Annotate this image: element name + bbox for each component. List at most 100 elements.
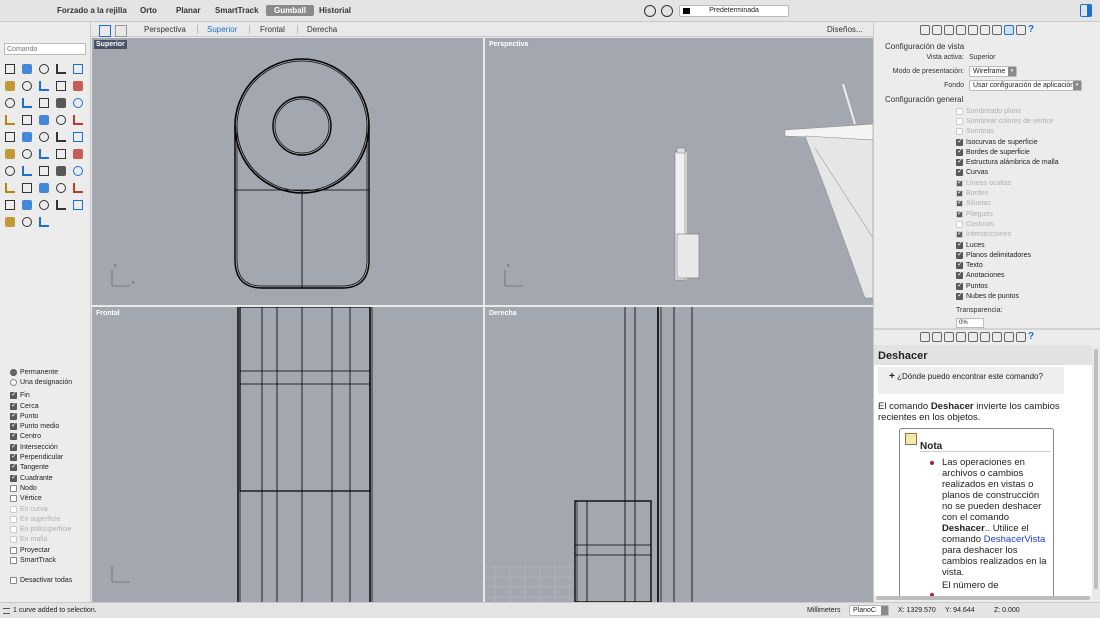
- osnap-item[interactable]: Perpendicular: [10, 452, 72, 462]
- tab-derecha[interactable]: Derecha: [307, 25, 337, 34]
- checkbox[interactable]: [956, 240, 963, 249]
- layers-icon[interactable]: [920, 25, 930, 35]
- help-scrollbar[interactable]: [1092, 345, 1100, 596]
- where-to-find-expander[interactable]: + ¿Dónde puedo encontrar este comando?: [878, 367, 1064, 394]
- materials-icon[interactable]: [932, 332, 942, 342]
- checkbox[interactable]: [10, 515, 17, 523]
- background-select[interactable]: Usar configuración de aplicación ▾: [969, 80, 1082, 91]
- osnap-item[interactable]: Tangente: [10, 462, 72, 473]
- light-icon[interactable]: [37, 198, 51, 212]
- help-icon[interactable]: ?: [1028, 25, 1036, 37]
- checkbox[interactable]: [956, 137, 963, 146]
- display-icon[interactable]: [1004, 332, 1014, 342]
- osnap-item[interactable]: Proyectar: [10, 545, 72, 555]
- planar-toggle[interactable]: Planar: [176, 6, 200, 15]
- checkbox[interactable]: [956, 270, 963, 280]
- layer-icon[interactable]: [20, 215, 34, 229]
- ellipse-icon[interactable]: [3, 79, 17, 93]
- object-icon[interactable]: [956, 332, 966, 342]
- rectangle-icon[interactable]: [54, 62, 68, 76]
- group-icon[interactable]: [20, 164, 34, 178]
- patch-icon[interactable]: [20, 113, 34, 127]
- select-icon[interactable]: [3, 62, 17, 76]
- checkbox[interactable]: [956, 220, 963, 228]
- display-option[interactable]: Luces: [956, 240, 1059, 250]
- checkbox[interactable]: [956, 291, 963, 300]
- sun-icon[interactable]: [37, 215, 51, 229]
- surface-icon[interactable]: [71, 96, 85, 110]
- panel-divider[interactable]: [874, 328, 1100, 330]
- deshacervista-link[interactable]: DeshacerVista: [984, 534, 1046, 545]
- osnap-item[interactable]: Punto: [10, 411, 72, 421]
- join-icon[interactable]: [54, 130, 68, 144]
- smarttrack-toggle[interactable]: SmartTrack: [215, 6, 259, 15]
- checkbox[interactable]: [956, 147, 963, 156]
- display-option[interactable]: Puntos: [956, 281, 1059, 291]
- object-icon[interactable]: [956, 25, 966, 35]
- osnap-item[interactable]: SmartTrack: [10, 555, 72, 565]
- osnap-item[interactable]: En polisuperficie: [10, 524, 72, 534]
- measure-icon[interactable]: [54, 181, 68, 195]
- display-option[interactable]: Isocurvas de superficie: [956, 137, 1059, 147]
- osnap-item[interactable]: En curva: [10, 504, 72, 514]
- checkbox[interactable]: [10, 401, 17, 410]
- settings-icon[interactable]: [980, 25, 990, 35]
- hatch-icon[interactable]: [37, 181, 51, 195]
- checkbox[interactable]: [10, 421, 17, 431]
- fillet-icon[interactable]: [37, 113, 51, 127]
- viewport-frontal[interactable]: Frontal: [92, 307, 483, 602]
- osnap-item[interactable]: Vértice: [10, 494, 72, 504]
- checkbox[interactable]: [10, 431, 17, 441]
- osnap-item[interactable]: En malla: [10, 535, 72, 545]
- checkbox[interactable]: [956, 107, 963, 115]
- solid-icon[interactable]: [54, 96, 68, 110]
- box-select-icon[interactable]: [37, 79, 51, 93]
- checkbox[interactable]: [956, 157, 963, 167]
- four-viewports-icon[interactable]: [99, 25, 111, 37]
- checkbox[interactable]: [10, 473, 17, 482]
- circle-icon[interactable]: [71, 62, 85, 76]
- checkbox[interactable]: [956, 260, 963, 270]
- display-mode-select[interactable]: Wireframe ▾: [969, 66, 1017, 77]
- checkbox[interactable]: [10, 462, 17, 472]
- display-option[interactable]: Nubes de puntos: [956, 291, 1059, 301]
- camera-icon[interactable]: [968, 332, 978, 342]
- checkbox[interactable]: [10, 577, 17, 585]
- polyline-icon[interactable]: [37, 62, 51, 76]
- curve-icon[interactable]: [20, 79, 34, 93]
- display-option[interactable]: Bordes: [956, 188, 1059, 198]
- osnap-item[interactable]: Centro: [10, 431, 72, 442]
- grid-panel-icon[interactable]: [992, 332, 1002, 342]
- cplane-select[interactable]: PlanoC: [849, 605, 889, 616]
- materials-icon[interactable]: [932, 25, 942, 35]
- checkbox[interactable]: [10, 556, 17, 564]
- edit-icon[interactable]: [3, 113, 17, 127]
- units-label[interactable]: Millimeters: [807, 607, 840, 614]
- radio-button[interactable]: [10, 368, 17, 376]
- command-input[interactable]: [4, 43, 86, 55]
- display-option[interactable]: Anotaciones: [956, 270, 1059, 281]
- osnap-item[interactable]: En superficie: [10, 514, 72, 524]
- layers-icon[interactable]: [920, 332, 930, 342]
- split-icon[interactable]: [3, 130, 17, 144]
- zoom-icon[interactable]: [71, 181, 85, 195]
- osnap-item[interactable]: Intersección: [10, 442, 72, 452]
- checkbox[interactable]: [956, 188, 963, 198]
- point-icon[interactable]: [20, 62, 34, 76]
- properties-icon[interactable]: [944, 332, 954, 342]
- checkbox[interactable]: [956, 198, 963, 208]
- filter-icon[interactable]: [644, 5, 656, 17]
- check-icon[interactable]: [54, 147, 68, 161]
- checkbox[interactable]: [10, 411, 17, 420]
- sweep-icon[interactable]: [20, 96, 34, 110]
- checkbox[interactable]: [956, 128, 963, 136]
- scroll-thumb[interactable]: [1094, 349, 1098, 589]
- checkbox[interactable]: [10, 505, 17, 513]
- render-icon[interactable]: [20, 198, 34, 212]
- library-icon[interactable]: [1016, 25, 1026, 35]
- snap-to-grid-toggle[interactable]: Forzado a la rejilla: [57, 6, 127, 15]
- viewport-perspectiva[interactable]: Perspectiva z: [485, 38, 873, 305]
- disable-all-osnaps[interactable]: Desactivar todas: [10, 576, 72, 586]
- gumball-toggle[interactable]: Gumball: [266, 5, 315, 16]
- display-option[interactable]: Siluetas: [956, 198, 1059, 209]
